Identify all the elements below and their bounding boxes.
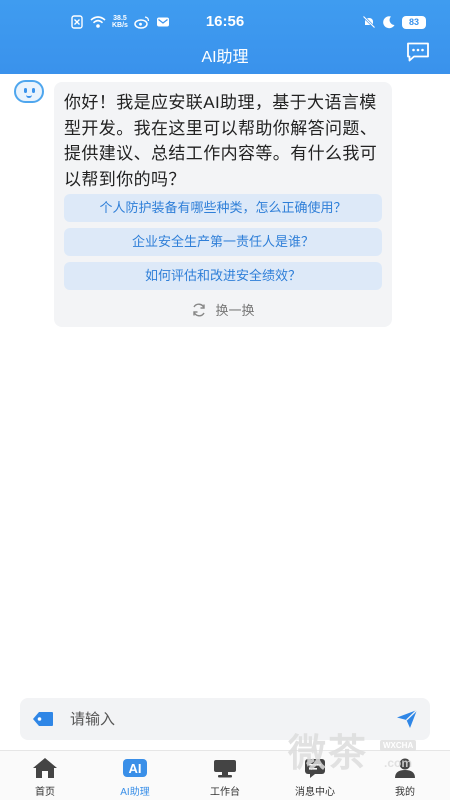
mute-icon (362, 15, 376, 29)
watermark-latin: WXCHA (380, 740, 417, 751)
assistant-message: 你好！我是应安联AI助理，基于大语言模型开发。我在这里可以帮助你解答问题、提供建… (54, 82, 392, 327)
refresh-button[interactable]: 换一换 (54, 300, 392, 319)
greeting-text: 你好！我是应安联AI助理，基于大语言模型开发。我在这里可以帮助你解答问题、提供建… (64, 93, 378, 189)
avatar-eye (24, 88, 27, 93)
refresh-icon (193, 303, 206, 316)
suggestion-button[interactable]: 企业安全生产第一责任人是谁？ (64, 228, 382, 256)
avatar-eye (32, 88, 35, 93)
tag-icon[interactable] (32, 710, 54, 728)
moon-icon (383, 16, 395, 29)
svg-text:AI: AI (129, 761, 142, 776)
chat-bubble-icon[interactable] (406, 42, 430, 62)
watermark-logo: 微茶 WXCHA .com (288, 722, 448, 786)
battery-indicator: 83 (402, 15, 426, 29)
tab-ai-assistant[interactable]: AI AI助理 (90, 751, 180, 800)
suggestion-button[interactable]: 如何评估和改进安全绩效？ (64, 262, 382, 290)
ai-icon: AI (123, 759, 147, 777)
watermark-text: 微茶 (288, 733, 369, 775)
status-bar: 38.5 KB/s 16:56 83 (0, 10, 450, 34)
suggestion-button[interactable]: 个人防护装备有哪些种类，怎么正确使用？ (64, 194, 382, 222)
tab-label: 首页 (35, 787, 55, 798)
tab-label: 工作台 (210, 787, 240, 798)
home-icon (33, 758, 57, 778)
tab-label: AI助理 (120, 787, 150, 798)
watermark-domain: .com (384, 756, 413, 770)
refresh-label: 换一换 (215, 303, 255, 318)
robot-avatar-icon (14, 80, 44, 103)
tab-home[interactable]: 首页 (0, 751, 90, 800)
page-title: AI助理 (201, 49, 249, 66)
status-right: 83 (362, 10, 426, 34)
tab-workbench[interactable]: 工作台 (180, 751, 270, 800)
workbench-icon (214, 760, 236, 778)
app-header: 38.5 KB/s 16:56 83 AI助理 (0, 0, 450, 74)
avatar-mouth (26, 95, 32, 98)
